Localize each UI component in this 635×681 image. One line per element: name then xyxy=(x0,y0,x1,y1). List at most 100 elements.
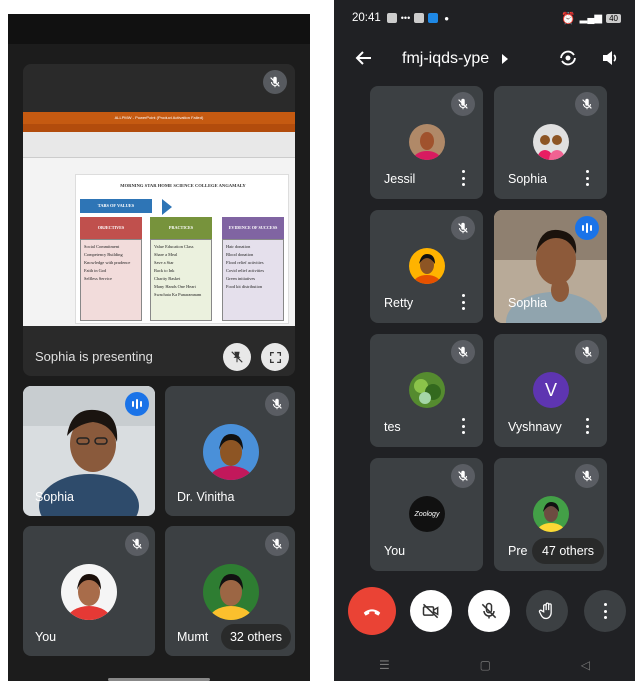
participant-tile-pre[interactable]: Pre 47 others xyxy=(494,458,607,571)
muted-mic-icon xyxy=(451,340,475,364)
meeting-header: fmj-iqds-ype xyxy=(334,40,635,80)
more-options-icon[interactable] xyxy=(459,294,467,310)
muted-mic-icon xyxy=(125,532,149,556)
more-options-icon[interactable] xyxy=(459,170,467,186)
list-item: Hair donation xyxy=(226,244,251,249)
hand-icon xyxy=(538,602,552,620)
back-button[interactable] xyxy=(354,48,376,70)
mic-toggle-button[interactable] xyxy=(468,590,510,632)
more-vert-icon xyxy=(601,603,609,619)
camera-off-icon xyxy=(422,603,439,619)
participant-name: Vyshnavy xyxy=(508,420,562,434)
participant-name: Mumt xyxy=(177,630,209,644)
shared-slide: ALLPMW - PowerPoint (Product Activation … xyxy=(23,112,295,326)
home-nav-icon[interactable]: ▢ xyxy=(480,658,491,672)
participant-tile-you[interactable]: Zoology You xyxy=(370,458,483,571)
participant-tile-retty[interactable]: Retty xyxy=(370,210,483,323)
right-phone-screen: 20:41 ••• ● ⏰ ▂▄▆ 40 fmj-iqds-ype Jessil… xyxy=(334,0,635,681)
muted-mic-icon xyxy=(451,464,475,488)
list-item: Selfless Service xyxy=(84,276,112,281)
muted-mic-icon xyxy=(265,392,289,416)
ppt-ribbon xyxy=(23,132,295,158)
list-item: Share a Meal xyxy=(154,252,178,257)
muted-mic-icon xyxy=(575,92,599,116)
raise-hand-button[interactable] xyxy=(526,590,568,632)
list-item: Charity Basket xyxy=(154,276,181,281)
pin-off-button[interactable] xyxy=(223,343,251,371)
speaker-button[interactable] xyxy=(600,48,622,70)
menu-nav-icon[interactable]: ☰ xyxy=(379,658,390,672)
others-count-pill[interactable]: 32 others xyxy=(221,624,291,650)
more-options-icon[interactable] xyxy=(583,170,591,186)
back-nav-icon[interactable]: ◁ xyxy=(581,658,590,672)
dots-icon: ••• xyxy=(400,13,411,23)
muted-mic-icon xyxy=(451,92,475,116)
evidence-list: Hair donation Blood donation Flood relie… xyxy=(222,239,284,321)
others-count-pill[interactable]: 47 others xyxy=(532,538,604,564)
objectives-list: Social Commitment Competency Building Kn… xyxy=(80,239,142,321)
muted-mic-icon xyxy=(263,70,287,94)
android-nav-bar: ☰ ▢ ◁ xyxy=(334,648,635,681)
participant-name: Sophia xyxy=(508,172,547,186)
list-item: Value Education Class xyxy=(154,244,194,249)
end-call-button[interactable] xyxy=(348,587,396,635)
avatar xyxy=(203,424,259,480)
muted-mic-icon xyxy=(451,216,475,240)
list-item: Competency Building xyxy=(84,252,123,257)
slide-canvas: MORNING STAR HOME SCIENCE COLLEGE ANGAMA… xyxy=(75,174,289,324)
list-item: Social Commitment xyxy=(84,244,120,249)
participant-name: Dr. Vinitha xyxy=(177,490,235,504)
signal-icon: ▂▄▆ xyxy=(579,12,603,24)
back-arrow-icon xyxy=(355,51,371,65)
participant-name: You xyxy=(384,544,406,558)
camera-toggle-button[interactable] xyxy=(410,590,452,632)
status-bar: 20:41 ••• ● ⏰ ▂▄▆ 40 xyxy=(334,0,635,36)
more-options-button[interactable] xyxy=(584,590,626,632)
avatar xyxy=(203,564,259,620)
muted-mic-icon xyxy=(575,340,599,364)
dot-icon: ● xyxy=(444,13,450,23)
participant-tile-sophia-video[interactable]: Sophia xyxy=(494,210,607,323)
tabs-of-values-label: TABS OF VALUES xyxy=(80,199,152,213)
hang-up-icon xyxy=(363,609,381,616)
avatar: V xyxy=(533,372,569,408)
presenting-label: Sophia is presenting xyxy=(35,349,153,364)
switch-camera-button[interactable] xyxy=(558,48,580,70)
battery-icon: 40 xyxy=(606,13,621,23)
participant-name: Retty xyxy=(384,296,414,310)
participant-name: tes xyxy=(384,420,401,434)
participant-tile-jessil[interactable]: Jessil xyxy=(370,86,483,199)
speaking-indicator-icon xyxy=(575,216,599,240)
avatar xyxy=(409,124,445,160)
participant-tile-vyshnavy[interactable]: V Vyshnavy xyxy=(494,334,607,447)
participant-name: Jessil xyxy=(384,172,416,186)
participant-name: Pre xyxy=(508,544,528,558)
participant-tile-tes[interactable]: tes xyxy=(370,334,483,447)
participant-tile-vinitha[interactable]: Dr. Vinitha xyxy=(165,386,295,516)
more-options-icon[interactable] xyxy=(459,418,467,434)
avatar xyxy=(61,564,117,620)
list-item: Faith in God xyxy=(84,268,107,273)
more-options-icon[interactable] xyxy=(583,418,591,434)
participant-tile-you[interactable]: You xyxy=(23,526,155,656)
participant-tile-sophia[interactable]: Sophia xyxy=(494,86,607,199)
meeting-code[interactable]: fmj-iqds-ype xyxy=(402,50,489,68)
participant-name: Sophia xyxy=(35,490,74,504)
participant-tile-sophia[interactable]: Sophia xyxy=(23,386,155,516)
avatar xyxy=(533,124,569,160)
fullscreen-button[interactable] xyxy=(261,343,289,371)
alarm-icon: ⏰ xyxy=(561,13,576,25)
avatar: Zoology xyxy=(409,496,445,532)
chevron-right-icon xyxy=(502,54,508,64)
avatar xyxy=(409,372,445,408)
objectives-heading: OBJECTIVES xyxy=(80,217,142,239)
participant-name: Sophia xyxy=(508,296,547,310)
muted-mic-icon xyxy=(575,464,599,488)
presentation-tile[interactable]: ALLPMW - PowerPoint (Product Activation … xyxy=(23,64,295,376)
app-icon xyxy=(428,13,439,23)
participant-tile-mumt[interactable]: Mumt 32 others xyxy=(165,526,295,656)
switch-camera-icon xyxy=(560,50,576,66)
evidence-heading: EVIDENCE OF SUCCESS xyxy=(222,217,284,239)
avatar xyxy=(533,496,569,532)
practices-list: Value Education Class Share a Meal Save … xyxy=(150,239,212,321)
